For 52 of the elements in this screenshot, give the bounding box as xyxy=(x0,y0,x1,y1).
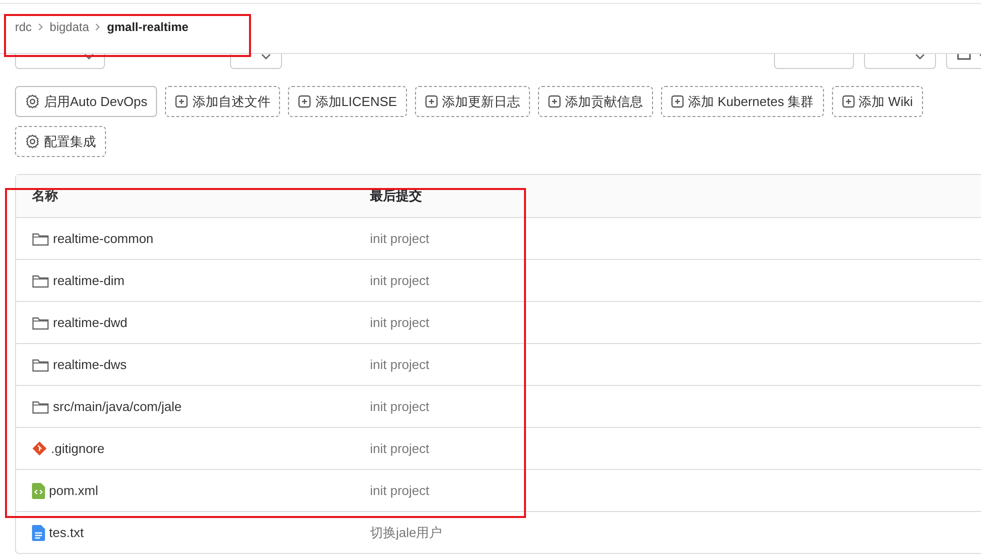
file-name-link[interactable]: realtime-dws xyxy=(53,354,127,374)
plus-square-icon xyxy=(298,95,312,108)
breadcrumb-link[interactable]: gmall-realtime xyxy=(107,18,188,36)
folder-icon xyxy=(32,232,49,246)
commit-message: init project xyxy=(370,398,430,416)
action-button[interactable]: 添加贡献信息 xyxy=(538,86,653,117)
commit-message: init project xyxy=(370,272,430,290)
text-file-icon xyxy=(32,524,45,540)
chevron-icon xyxy=(38,22,44,30)
file-name-link[interactable]: realtime-dwd xyxy=(53,312,128,332)
folder-icon xyxy=(32,358,49,372)
action-button[interactable]: 添加更新日志 xyxy=(414,86,530,117)
file-name-link[interactable]: tes.txt xyxy=(49,522,84,542)
file-name-link[interactable]: src/main/java/com/jale xyxy=(53,396,182,416)
chevron-icon xyxy=(95,22,102,30)
action-button[interactable]: 启用Auto DevOps xyxy=(15,86,158,117)
action-button[interactable]: 添加 Kubernetes 集群 xyxy=(660,86,824,117)
plus-square-icon xyxy=(548,95,561,108)
add-dropdown[interactable] xyxy=(230,54,282,69)
file-name-link[interactable]: realtime-common xyxy=(53,228,154,248)
action-button[interactable]: 添加 Wiki xyxy=(832,86,923,117)
action-button[interactable]: 添加自述文件 xyxy=(165,86,280,117)
git-icon xyxy=(32,441,47,456)
caret-icon xyxy=(84,54,94,60)
download-icon xyxy=(957,54,971,60)
commit-message: init project xyxy=(370,482,430,500)
code-file-icon xyxy=(32,482,45,498)
commit-message: init project xyxy=(370,314,430,332)
caret-icon xyxy=(915,54,925,60)
gear-icon xyxy=(25,94,40,109)
file-name-link[interactable]: .gitignore xyxy=(51,438,104,458)
commit-message: init project xyxy=(370,440,430,458)
folder-icon xyxy=(32,274,49,288)
caret-icon xyxy=(261,54,271,60)
commit-message: init project xyxy=(370,230,430,248)
action-button[interactable]: 配置集成 xyxy=(15,126,106,157)
plus-square-icon xyxy=(842,95,855,108)
folder-icon xyxy=(32,400,49,414)
file-name-link[interactable]: realtime-dim xyxy=(53,270,125,290)
folder-icon xyxy=(32,316,49,330)
plus-square-icon xyxy=(670,95,684,108)
gear-icon xyxy=(25,134,40,149)
commit-message: init project xyxy=(370,356,430,374)
breadcrumb-link[interactable]: rdc xyxy=(15,18,32,36)
column-header: 最后提交 xyxy=(370,187,422,206)
plus-square-icon xyxy=(175,95,188,108)
column-header: 名称 xyxy=(30,187,59,206)
commit-message: 切换jale用户 xyxy=(370,524,442,542)
file-name-link[interactable]: pom.xml xyxy=(49,480,98,500)
action-button[interactable]: 添加LICENSE xyxy=(288,86,407,117)
plus-square-icon xyxy=(424,95,438,108)
breadcrumb-link[interactable]: bigdata xyxy=(50,18,90,36)
